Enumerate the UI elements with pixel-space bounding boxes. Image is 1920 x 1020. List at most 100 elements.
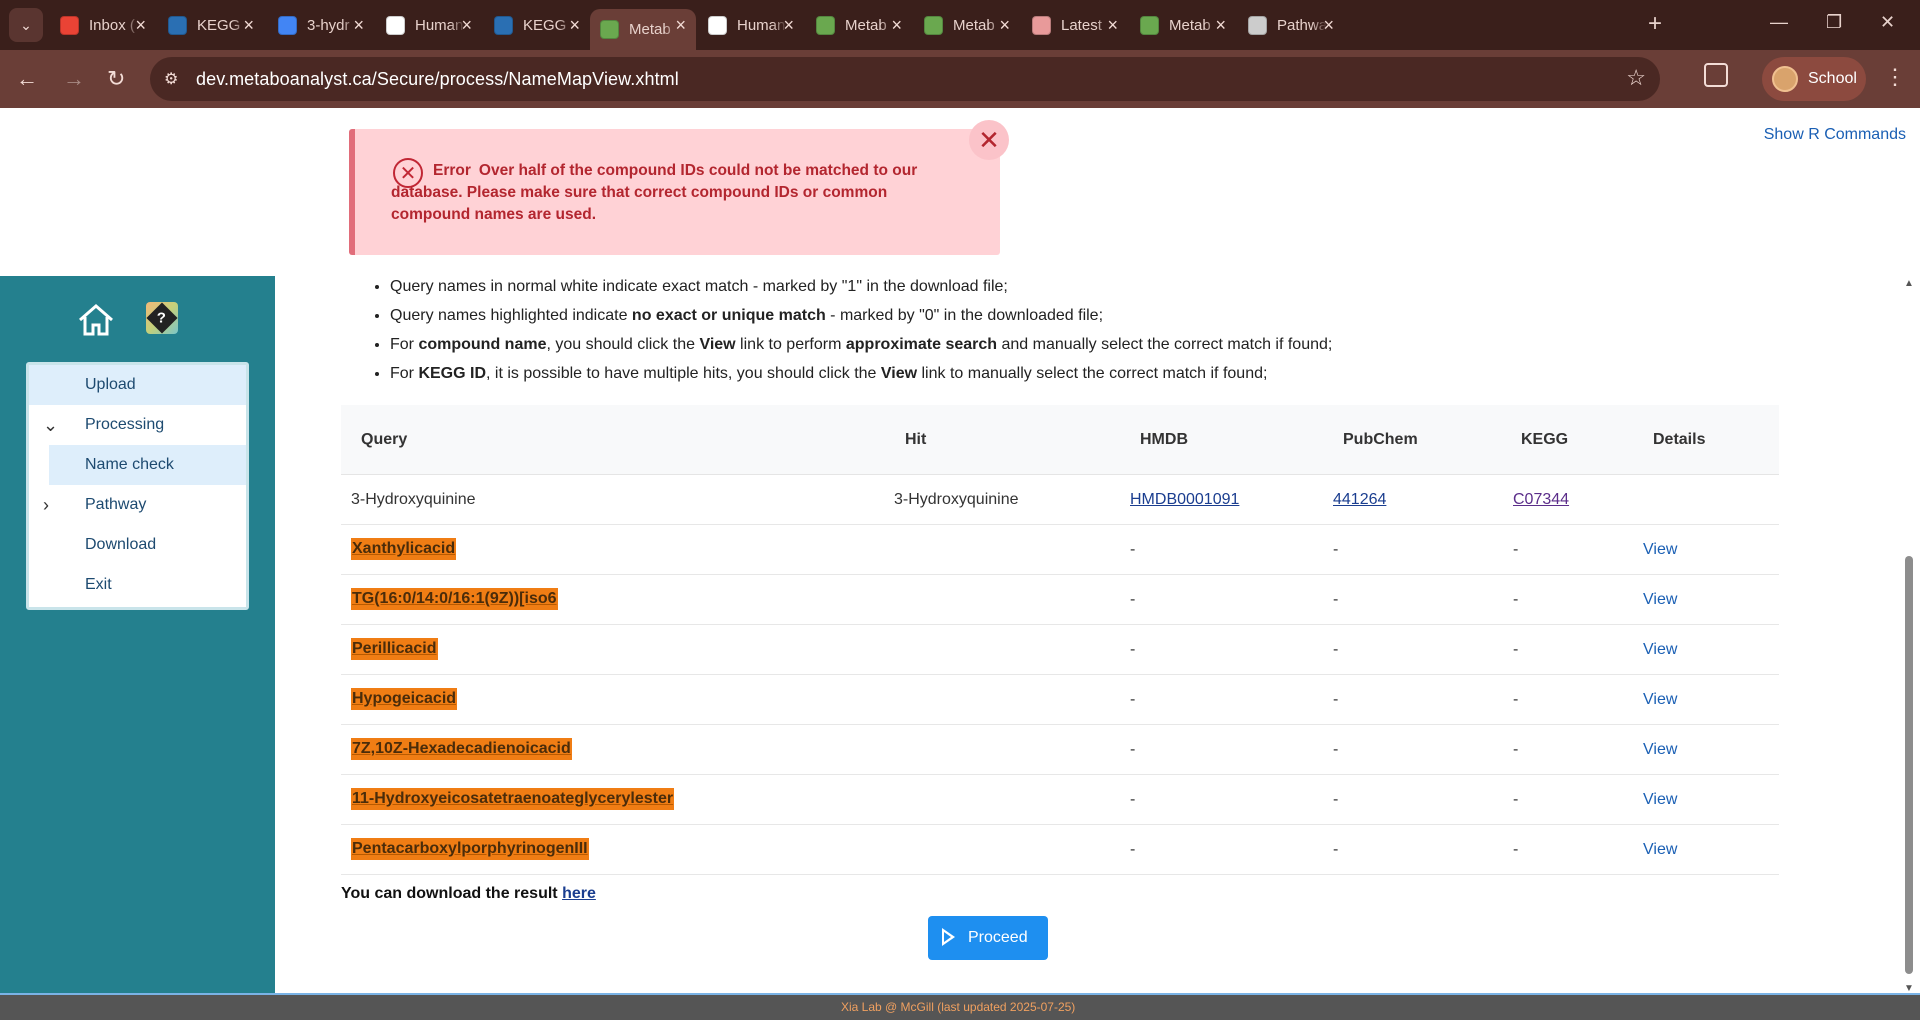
tab-3[interactable]: Human × — [376, 9, 482, 42]
tab-7[interactable]: Metab × — [806, 9, 912, 42]
kegg-cell: - — [1513, 541, 1519, 558]
sidebar-item-processing[interactable]: ⌄ Processing — [29, 405, 246, 445]
tab-close-icon[interactable]: × — [1107, 15, 1118, 36]
tab-11[interactable]: Pathwa × — [1238, 9, 1344, 42]
window-close-icon[interactable]: ✕ — [1880, 12, 1895, 33]
tab-title: Metab — [845, 17, 887, 34]
list-item: For KEGG ID, it is possible to have mult… — [390, 359, 1790, 388]
view-link[interactable]: View — [1643, 791, 1677, 809]
tab-close-icon[interactable]: × — [783, 15, 794, 36]
home-icon[interactable] — [76, 300, 116, 340]
column-header-hit[interactable]: Hit — [905, 431, 926, 449]
table-row: Hypogeicacid - - - View — [341, 675, 1779, 725]
tab-1[interactable]: KEGG (× — [158, 9, 264, 42]
hmdb-link[interactable]: HMDB0001091 — [1130, 491, 1239, 509]
tab-close-icon[interactable]: × — [135, 15, 146, 36]
sidebar-item-upload[interactable]: Upload — [29, 365, 246, 405]
column-header-details[interactable]: Details — [1653, 431, 1705, 449]
table-row: Perillicacid - - - View — [341, 625, 1779, 675]
new-tab-icon[interactable]: + — [1648, 10, 1662, 38]
tab-title: Inbox ( — [89, 17, 135, 34]
scroll-up-icon[interactable]: ▲ — [1904, 278, 1914, 289]
tab-8[interactable]: Metab × — [914, 9, 1020, 42]
address-bar[interactable]: ⚙ dev.metaboanalyst.ca/Secure/process/Na… — [150, 57, 1660, 101]
tab-close-icon[interactable]: × — [891, 15, 902, 36]
pubchem-cell: - — [1333, 591, 1339, 608]
view-link[interactable]: View — [1643, 591, 1677, 609]
back-icon[interactable]: ← — [16, 66, 38, 92]
proceed-button[interactable]: Proceed — [928, 916, 1048, 960]
tab-close-icon[interactable]: × — [461, 15, 472, 36]
column-header-query[interactable]: Query — [361, 431, 407, 449]
tab-title: KEGG ( — [523, 17, 573, 34]
show-r-commands-link[interactable]: Show R Commands — [1764, 126, 1906, 144]
tab-0[interactable]: Inbox (× — [50, 9, 156, 42]
tab-5[interactable]: Metab × — [590, 9, 696, 50]
hmdb-cell: - — [1130, 591, 1136, 608]
tab-close-icon[interactable]: × — [569, 15, 580, 36]
tab-4[interactable]: KEGG (× — [484, 9, 590, 42]
tab-title: KEGG ( — [197, 17, 247, 34]
tab-9[interactable]: Latest × — [1022, 9, 1128, 42]
sidebar-item-name-check[interactable]: Name check — [49, 445, 246, 485]
tab-close-icon[interactable]: × — [999, 15, 1010, 36]
view-link[interactable]: View — [1643, 541, 1677, 559]
pubchem-cell: - — [1333, 791, 1339, 808]
forward-icon[interactable]: → — [63, 66, 85, 92]
tab-close-icon[interactable]: × — [1323, 15, 1334, 36]
tab-title: Metab — [1169, 17, 1211, 34]
column-header-kegg[interactable]: KEGG — [1521, 431, 1568, 449]
kegg-link[interactable]: C07344 — [1513, 491, 1569, 509]
error-text: Error Over half of the compound IDs could… — [391, 160, 951, 226]
scrollbar-thumb[interactable] — [1905, 556, 1913, 974]
reload-icon[interactable]: ↻ — [107, 66, 125, 92]
name-map-table: Query Hit HMDB PubChem KEGG Details 3-Hy… — [341, 405, 1779, 875]
kegg-cell: - — [1513, 691, 1519, 708]
profile-button[interactable]: School — [1762, 57, 1866, 101]
column-header-pubchem[interactable]: PubChem — [1343, 431, 1418, 449]
help-icon[interactable]: ? — [146, 302, 178, 334]
query-unmatched-cell: Perillicacid — [351, 638, 438, 660]
sidebar-item-pathway[interactable]: › Pathway — [29, 485, 246, 525]
tab-6[interactable]: Human × — [698, 9, 804, 42]
view-link[interactable]: View — [1643, 691, 1677, 709]
page-scrollbar[interactable]: ▲ ▼ — [1902, 278, 1916, 994]
tab-close-icon[interactable]: × — [1215, 15, 1226, 36]
download-here-link[interactable]: here — [562, 885, 596, 902]
url-text: dev.metaboanalyst.ca/Secure/process/Name… — [196, 69, 679, 89]
view-link[interactable]: View — [1643, 641, 1677, 659]
proceed-label: Proceed — [968, 929, 1028, 946]
tab-search-chevron-icon[interactable]: ⌄ — [9, 8, 43, 42]
site-info-icon[interactable]: ⚙ — [164, 69, 184, 89]
metaboanalyst-icon — [924, 16, 943, 35]
browser-toolbar: ← → ↻ ⚙ dev.metaboanalyst.ca/Secure/proc… — [0, 50, 1920, 108]
sidebar: ? Upload ⌄ Processing Name check › Pathway… — [0, 276, 275, 993]
kegg-cell: - — [1513, 791, 1519, 808]
tab-close-icon[interactable]: × — [675, 15, 686, 36]
tab-10[interactable]: Metab × — [1130, 9, 1236, 42]
sidebar-item-exit[interactable]: Exit — [29, 565, 246, 605]
download-label: You can download the result — [341, 885, 563, 902]
pubchem-link[interactable]: 441264 — [1333, 491, 1386, 509]
error-message-box: ✕ Error Over half of the compound IDs cou… — [349, 129, 1000, 255]
sidebar-item-label: Processing — [85, 416, 165, 433]
restore-icon[interactable]: ❐ — [1826, 12, 1842, 33]
tab-close-icon[interactable]: × — [353, 15, 364, 36]
minimize-icon[interactable]: — — [1770, 12, 1788, 33]
hmdb-cell: - — [1130, 791, 1136, 808]
more-menu-icon[interactable]: ⋮ — [1884, 64, 1906, 90]
sidebar-item-download[interactable]: Download — [29, 525, 246, 565]
view-link[interactable]: View — [1643, 841, 1677, 859]
kegg-icon — [494, 16, 513, 35]
bookmark-star-icon[interactable]: ☆ — [1626, 65, 1646, 91]
table-row: 3-Hydroxyquinine 3-Hydroxyquinine HMDB0001… — [341, 475, 1779, 525]
tab-2[interactable]: 3-hydr × — [268, 9, 374, 42]
tab-title: Human — [737, 17, 786, 34]
query-unmatched-cell: PentacarboxylporphyrinogenIII — [351, 838, 589, 860]
hit-cell: 3-Hydroxyquinine — [894, 491, 1019, 508]
extensions-icon[interactable] — [1704, 63, 1728, 87]
tab-close-icon[interactable]: × — [243, 15, 254, 36]
view-link[interactable]: View — [1643, 741, 1677, 759]
column-header-hmdb[interactable]: HMDB — [1140, 431, 1188, 449]
error-close-icon[interactable]: ✕ — [969, 120, 1009, 160]
